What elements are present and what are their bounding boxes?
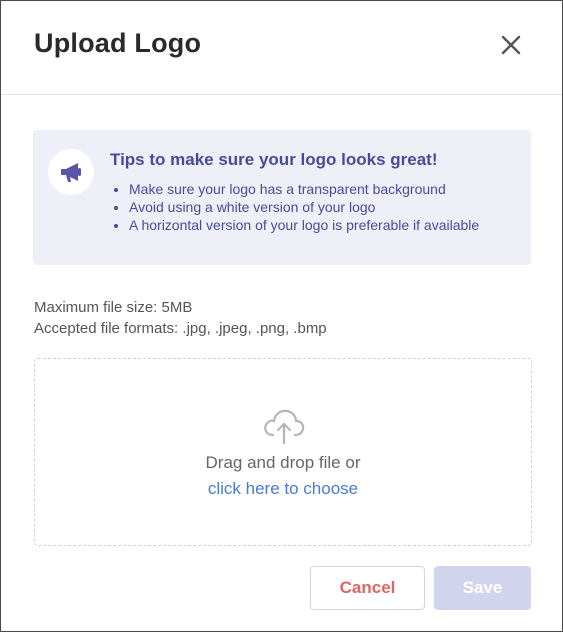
- close-icon: [501, 35, 521, 55]
- tips-title: Tips to make sure your logo looks great!: [110, 150, 438, 169]
- tips-panel: Tips to make sure your logo looks great!…: [33, 130, 531, 265]
- max-file-size-text: Maximum file size: 5MB: [34, 299, 193, 316]
- close-button[interactable]: [497, 31, 525, 59]
- save-button[interactable]: Save: [434, 566, 531, 610]
- upload-logo-dialog: Upload Logo Tips to make sure your logo …: [0, 0, 563, 632]
- tips-list-item: A horizontal version of your logo is pre…: [129, 216, 479, 234]
- dialog-title: Upload Logo: [34, 28, 202, 58]
- tips-list-item: Make sure your logo has a transparent ba…: [129, 180, 479, 198]
- cloud-upload-icon: [264, 409, 305, 445]
- tips-icon-badge: [48, 149, 94, 195]
- megaphone-icon: [61, 163, 81, 182]
- dropzone-text: Drag and drop file or: [205, 453, 361, 472]
- file-requirements: Maximum file size: 5MB Accepted file for…: [34, 297, 327, 339]
- tips-list-item: Avoid using a white version of your logo: [129, 198, 479, 216]
- tips-list: Make sure your logo has a transparent ba…: [110, 180, 479, 234]
- file-dropzone[interactable]: Drag and drop file or click here to choo…: [34, 358, 532, 546]
- cancel-button[interactable]: Cancel: [310, 566, 425, 610]
- choose-file-link[interactable]: click here to choose: [35, 479, 531, 499]
- accepted-formats-text: Accepted file formats: .jpg, .jpeg, .png…: [34, 320, 327, 337]
- dialog-header: Upload Logo: [1, 1, 562, 95]
